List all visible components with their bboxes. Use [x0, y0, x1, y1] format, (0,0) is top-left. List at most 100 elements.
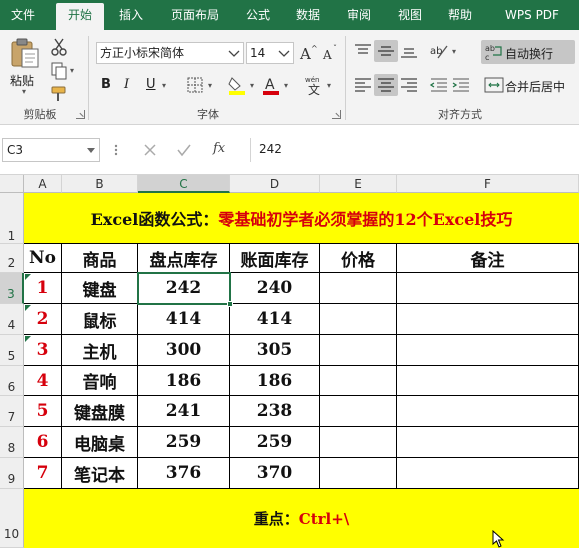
cell-notes[interactable]: [397, 366, 579, 396]
row-header-3[interactable]: 3: [0, 273, 24, 304]
cell-item[interactable]: 笔记本: [62, 458, 138, 489]
fill-color-icon[interactable]: [226, 74, 248, 96]
cell-no[interactable]: 4: [24, 366, 62, 396]
cell-book-stock[interactable]: 305: [230, 335, 320, 366]
clipboard-launcher-icon[interactable]: [76, 110, 85, 119]
row-header-8[interactable]: 8: [0, 427, 24, 458]
decrease-font-size-icon[interactable]: Aˇ: [320, 42, 342, 64]
font-color-dropdown-icon[interactable]: ▾: [282, 82, 290, 90]
tab-home[interactable]: 开始: [56, 3, 104, 30]
enter-check-icon[interactable]: [174, 140, 194, 160]
row-header-7[interactable]: 7: [0, 396, 24, 427]
cell-item[interactable]: 键盘: [62, 273, 138, 304]
title-banner[interactable]: Excel函数公式： 零基础初学者必须掌握的12个Excel技巧: [24, 193, 579, 244]
cell-stock-count[interactable]: 186: [138, 366, 230, 396]
tab-file[interactable]: 文件: [0, 0, 46, 30]
fill-handle[interactable]: [227, 301, 233, 307]
cell-notes[interactable]: [397, 458, 579, 489]
paste-dropdown-icon[interactable]: ▾: [20, 88, 28, 96]
column-header-d[interactable]: D: [230, 175, 320, 193]
tab-view[interactable]: 视图: [388, 0, 432, 30]
cell-no[interactable]: 5: [24, 396, 62, 427]
merge-center-label[interactable]: 合并后居中: [505, 78, 565, 95]
align-bottom-icon[interactable]: [398, 40, 420, 62]
header-cell-notes[interactable]: 备注: [397, 244, 579, 273]
cell-price[interactable]: [320, 458, 397, 489]
increase-indent-icon[interactable]: [450, 74, 472, 96]
tab-formulas[interactable]: 公式: [236, 0, 280, 30]
tab-wps-pdf[interactable]: WPS PDF: [492, 0, 572, 30]
insert-function-button[interactable]: fx: [213, 141, 225, 156]
cell-notes[interactable]: [397, 335, 579, 366]
cell-notes[interactable]: [397, 304, 579, 335]
text-orientation-icon[interactable]: ab: [428, 40, 450, 62]
decrease-indent-icon[interactable]: [428, 74, 450, 96]
name-box[interactable]: C3: [2, 138, 100, 162]
copy-dropdown-icon[interactable]: ▾: [68, 67, 76, 75]
phonetic-guide-icon[interactable]: wén 文: [303, 74, 325, 97]
row-header-2[interactable]: 2: [0, 244, 24, 273]
cell-book-stock[interactable]: 240: [230, 273, 320, 304]
cell-book-stock[interactable]: 414: [230, 304, 320, 335]
column-header-a[interactable]: A: [24, 175, 62, 193]
row-header-10[interactable]: 10: [0, 489, 24, 548]
copy-icon[interactable]: [48, 60, 70, 82]
font-color-icon[interactable]: A: [260, 74, 282, 96]
tab-data[interactable]: 数据: [286, 0, 330, 30]
cancel-icon[interactable]: [140, 140, 160, 160]
column-header-f[interactable]: F: [397, 175, 579, 193]
bold-button[interactable]: B: [101, 77, 111, 92]
column-header-c[interactable]: C: [138, 175, 230, 193]
tab-help[interactable]: 帮助: [438, 0, 482, 30]
cell-notes[interactable]: [397, 396, 579, 427]
borders-icon[interactable]: [184, 74, 206, 96]
cell-stock-count[interactable]: 414: [138, 304, 230, 335]
orientation-dropdown-icon[interactable]: ▾: [450, 48, 458, 56]
header-cell-book-stock[interactable]: 账面库存: [230, 244, 320, 273]
cell-book-stock[interactable]: 370: [230, 458, 320, 489]
cut-icon[interactable]: [48, 36, 70, 58]
paste-icon[interactable]: [8, 36, 42, 70]
cell-book-stock[interactable]: 259: [230, 427, 320, 458]
header-cell-item[interactable]: 商品: [62, 244, 138, 273]
cell-price[interactable]: [320, 335, 397, 366]
column-header-b[interactable]: B: [62, 175, 138, 193]
cell-price[interactable]: [320, 273, 397, 304]
column-header-e[interactable]: E: [320, 175, 397, 193]
underline-dropdown-icon[interactable]: ▾: [160, 82, 168, 90]
underline-button[interactable]: U: [146, 77, 156, 92]
formula-input[interactable]: 242: [250, 138, 577, 162]
more-options-icon[interactable]: [110, 143, 122, 157]
tab-insert[interactable]: 插入: [108, 0, 154, 30]
cell-price[interactable]: [320, 396, 397, 427]
align-top-icon[interactable]: [352, 40, 374, 62]
cell-price[interactable]: [320, 304, 397, 335]
cell-stock-count[interactable]: 242: [138, 273, 230, 304]
cell-price[interactable]: [320, 366, 397, 396]
cell-item[interactable]: 键盘膜: [62, 396, 138, 427]
cell-book-stock[interactable]: 186: [230, 366, 320, 396]
tab-review[interactable]: 审阅: [336, 0, 382, 30]
font-launcher-icon[interactable]: [332, 110, 341, 119]
header-cell-price[interactable]: 价格: [320, 244, 397, 273]
merge-center-icon[interactable]: [483, 74, 505, 96]
cell-stock-count[interactable]: 300: [138, 335, 230, 366]
tab-page-layout[interactable]: 页面布局: [160, 0, 230, 30]
cell-book-stock[interactable]: 238: [230, 396, 320, 427]
header-cell-stock-count[interactable]: 盘点库存: [138, 244, 230, 273]
row-header-9[interactable]: 9: [0, 458, 24, 489]
font-size-select[interactable]: 14: [246, 42, 294, 64]
cell-price[interactable]: [320, 427, 397, 458]
row-header-4[interactable]: 4: [0, 304, 24, 335]
fill-color-dropdown-icon[interactable]: ▾: [248, 82, 256, 90]
cell-no[interactable]: 6: [24, 427, 62, 458]
cell-item[interactable]: 主机: [62, 335, 138, 366]
cell-no[interactable]: 7: [24, 458, 62, 489]
row-header-5[interactable]: 5: [0, 335, 24, 366]
align-left-icon[interactable]: [352, 74, 374, 96]
italic-button[interactable]: I: [124, 77, 129, 92]
format-painter-icon[interactable]: [48, 83, 70, 105]
increase-font-size-icon[interactable]: A ^: [298, 42, 320, 64]
error-indicator-icon[interactable]: [25, 336, 31, 342]
select-all-corner[interactable]: [0, 175, 24, 193]
